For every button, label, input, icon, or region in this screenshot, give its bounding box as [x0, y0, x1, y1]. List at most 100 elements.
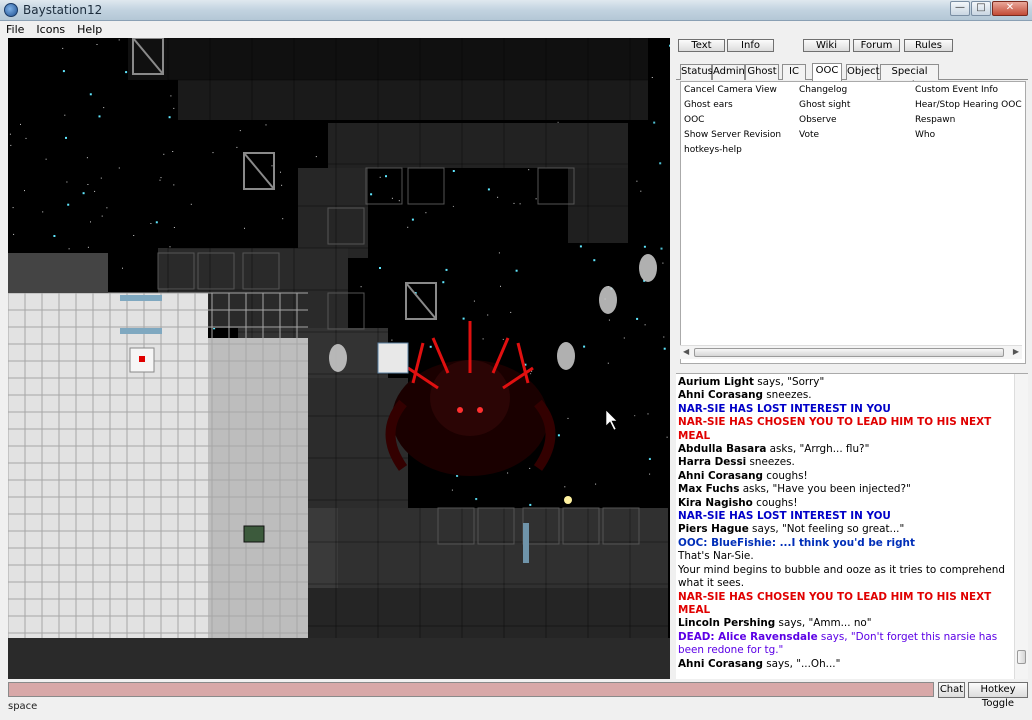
tab-status[interactable]: Status [680, 64, 713, 80]
light-spark-icon [564, 496, 572, 504]
station-hull-tile [328, 123, 628, 168]
star [529, 467, 531, 469]
star [244, 227, 245, 229]
star [595, 483, 597, 485]
star [159, 179, 161, 181]
verb-ghost-ears[interactable]: Ghost ears [684, 100, 733, 110]
dead-speaker: DEAD: Alice Ravensdale [678, 630, 818, 643]
star [42, 211, 44, 213]
speaker-name: Piers Hague [678, 523, 749, 536]
star [239, 130, 241, 132]
rules-button[interactable]: Rules [904, 39, 953, 52]
star [623, 337, 625, 339]
star [66, 181, 68, 183]
minimize-button[interactable]: — [950, 1, 970, 16]
bright-star [379, 267, 381, 269]
bright-star [429, 345, 432, 348]
bright-star [62, 70, 65, 73]
close-button[interactable]: ✕ [992, 1, 1028, 16]
chat-scroll-thumb[interactable] [1017, 650, 1026, 664]
star [535, 198, 537, 200]
verb-respawn[interactable]: Respawn [915, 115, 955, 125]
verb-ooc[interactable]: OOC [684, 115, 704, 125]
bright-star [370, 193, 373, 196]
chat-line: Lincoln Pershing says, "Amm... no" [678, 617, 1010, 630]
scroll-thumb[interactable] [694, 348, 1004, 357]
star [25, 137, 27, 139]
tab-ooc[interactable]: OOC [812, 63, 842, 81]
verb-vote[interactable]: Vote [799, 130, 819, 140]
hotkey-toggle-button[interactable]: Hotkey Toggle [968, 682, 1028, 709]
text-button[interactable]: Text [678, 39, 725, 52]
verb-observe[interactable]: Observe [799, 115, 837, 125]
star [649, 473, 651, 475]
star [118, 39, 120, 41]
star [163, 153, 165, 155]
tab-object[interactable]: Object [846, 64, 880, 80]
star [398, 200, 400, 202]
game-map-viewport[interactable] [8, 38, 670, 679]
verb-who[interactable]: Who [915, 130, 935, 140]
verb-hear-ooc[interactable]: Hear/Stop Hearing OOC [915, 100, 1022, 110]
menu-help[interactable]: Help [71, 21, 108, 38]
star [391, 197, 393, 199]
star [87, 184, 89, 185]
menu-file[interactable]: File [0, 21, 30, 38]
ghost-observer-icon [557, 342, 575, 370]
tab-admin[interactable]: Admin [712, 64, 745, 80]
bright-star [452, 170, 455, 172]
wiki-button[interactable]: Wiki [803, 39, 850, 52]
bright-star [557, 434, 560, 437]
verb-changelog[interactable]: Changelog [799, 85, 847, 95]
verb-cancel-camera-view[interactable]: Cancel Camera View [684, 85, 777, 95]
bright-star [125, 71, 128, 74]
maximize-button[interactable]: □ [971, 1, 991, 16]
info-button[interactable]: Info [727, 39, 774, 52]
verb-horizontal-scrollbar[interactable]: ◀ ▶ [680, 345, 1022, 359]
command-input[interactable] [8, 682, 934, 697]
star [607, 362, 609, 364]
chat-line: Aurium Light says, "Sorry" [678, 376, 1010, 389]
window-title: Baystation12 [23, 3, 103, 17]
speaker-name: Ahni Corasang [678, 657, 763, 670]
star [212, 152, 214, 154]
verb-custom-event-info[interactable]: Custom Event Info [915, 85, 998, 95]
scroll-right-icon[interactable]: ▶ [1013, 347, 1019, 356]
chat-line: Ahni Corasang coughs! [678, 470, 1010, 483]
chat-line: NAR-SIE HAS LOST INTEREST IN YOU [678, 510, 1010, 523]
verb-show-server-revision[interactable]: Show Server Revision [684, 130, 781, 140]
bright-star [636, 317, 639, 320]
verb-ghost-sight[interactable]: Ghost sight [799, 100, 850, 110]
speaker-name: Harra Dessi [678, 456, 747, 469]
tab-ghost[interactable]: Ghost [745, 64, 779, 80]
station-floor-shaded [208, 338, 308, 648]
speaker-name: Ahni Corasang [678, 389, 763, 402]
console-icon [243, 525, 265, 543]
medkit-cross-icon [139, 356, 145, 362]
menu-icons[interactable]: Icons [30, 21, 71, 38]
verb-hotkeys-help[interactable]: hotkeys-help [684, 145, 742, 155]
star [497, 196, 499, 198]
scroll-left-icon[interactable]: ◀ [683, 347, 689, 356]
tab-ic[interactable]: IC [782, 64, 806, 80]
speaker-name: Lincoln Pershing [678, 617, 776, 630]
verb-list: Cancel Camera View Changelog Custom Even… [680, 81, 1026, 364]
chat-button[interactable]: Chat [938, 682, 965, 698]
star [10, 144, 12, 146]
star [169, 246, 171, 248]
chat-text: asks, "Have you been injected?" [739, 483, 911, 496]
star [172, 151, 174, 152]
alert-text: NAR-SIE HAS LOST INTEREST IN YOU [678, 402, 891, 415]
grille-block [8, 253, 108, 293]
star [407, 226, 409, 228]
chat-text: coughs! [762, 469, 808, 482]
star [265, 124, 267, 126]
tab-special-verbs[interactable]: Special Verbs [880, 64, 939, 91]
ghost-observer-icon [639, 254, 657, 282]
forum-button[interactable]: Forum [853, 39, 900, 52]
chat-line: Harra Dessi sneezes. [678, 456, 1010, 469]
star [173, 227, 175, 228]
chat-scrollbar[interactable] [1014, 374, 1028, 679]
star [13, 233, 15, 235]
chat-line: NAR-SIE HAS CHOSEN YOU TO LEAD HIM TO HI… [678, 591, 1010, 618]
